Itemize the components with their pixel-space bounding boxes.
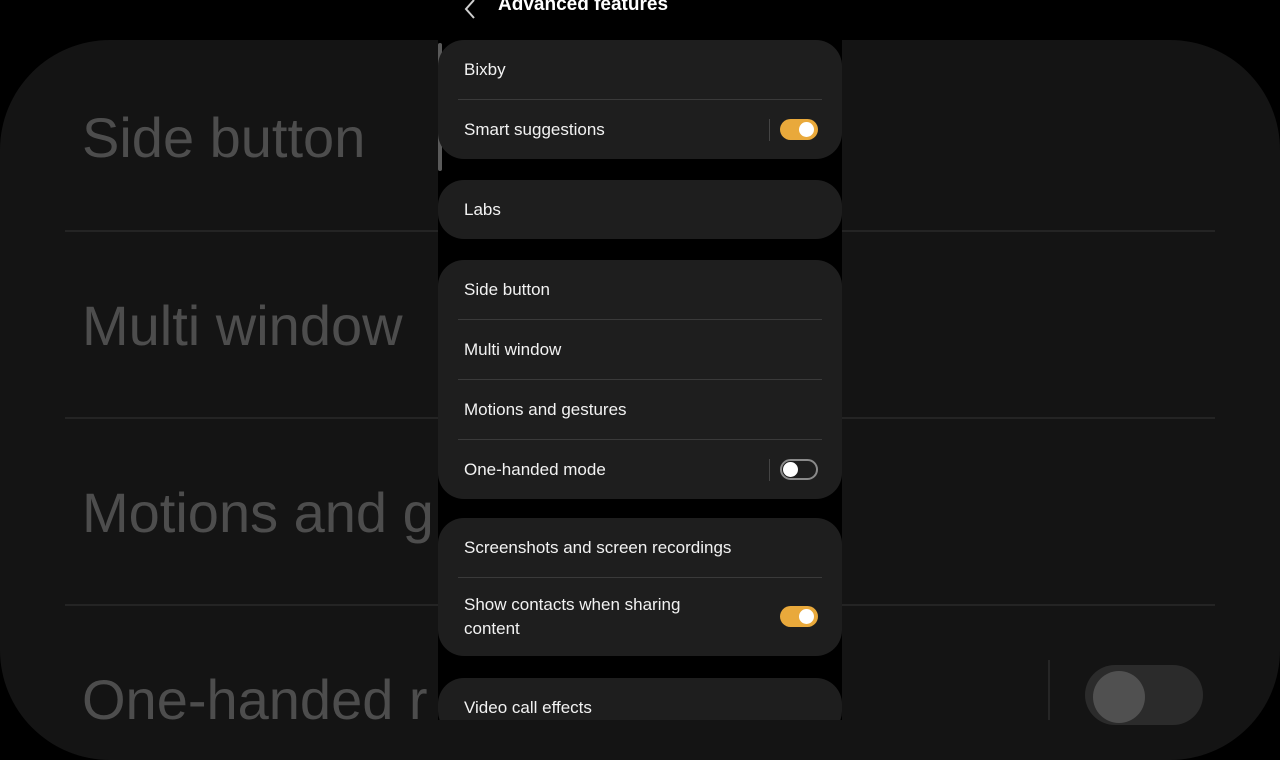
list-item-label: Multi window [464, 339, 562, 359]
list-item-label: Labs [464, 199, 501, 219]
settings-group-video-call: Video call effects [438, 678, 842, 720]
list-item-label: Screenshots and screen recordings [464, 537, 732, 557]
list-item-bixby[interactable]: Bixby [438, 40, 842, 99]
settings-group-labs: Labs [438, 180, 842, 239]
list-item-label: Video call effects [464, 697, 592, 717]
background-label-multi-window: Multi window [82, 294, 403, 357]
chevron-left-icon[interactable] [464, 0, 476, 20]
list-item-label: Smart suggestions [464, 119, 605, 139]
list-item-labs[interactable]: Labs [438, 180, 842, 239]
list-item-show-contacts[interactable]: Show contacts when sharing content [438, 578, 842, 656]
toggle-separator [769, 459, 770, 481]
show-contacts-toggle[interactable] [780, 606, 818, 627]
list-item-label: Motions and gestures [464, 399, 627, 419]
list-item-label: Show contacts when sharing content [464, 595, 681, 638]
background-label-motions: Motions and g [82, 481, 434, 544]
settings-group-controls: Side button Multi window Motions and ges… [438, 260, 842, 499]
background-separator [1048, 660, 1050, 720]
list-item-one-handed-mode[interactable]: One-handed mode [438, 440, 842, 499]
list-item-video-call-effects[interactable]: Video call effects [438, 678, 842, 720]
settings-group-bixby: Bixby Smart suggestions [438, 40, 842, 159]
settings-group-screenshots: Screenshots and screen recordings Show c… [438, 518, 842, 656]
list-item-label: One-handed mode [464, 459, 606, 479]
toggle-separator [769, 119, 770, 141]
one-handed-mode-toggle[interactable] [780, 459, 818, 480]
settings-screen: Advanced features Bixby Smart suggestion… [438, 0, 842, 720]
background-toggle [1085, 665, 1203, 725]
list-item-label: Bixby [464, 59, 506, 79]
list-item-screenshots[interactable]: Screenshots and screen recordings [438, 518, 842, 577]
page-title: Advanced features [498, 0, 669, 15]
background-label-side-button: Side button [82, 106, 366, 169]
background-label-one-handed: One-handed r [82, 668, 428, 731]
list-item-smart-suggestions[interactable]: Smart suggestions [438, 100, 842, 159]
list-item-multi-window[interactable]: Multi window [438, 320, 842, 379]
list-item-motions-gestures[interactable]: Motions and gestures [438, 380, 842, 439]
list-item-side-button[interactable]: Side button [438, 260, 842, 319]
list-item-label: Side button [464, 279, 551, 299]
app-bar: Advanced features [438, 0, 842, 24]
smart-suggestions-toggle[interactable] [780, 119, 818, 140]
